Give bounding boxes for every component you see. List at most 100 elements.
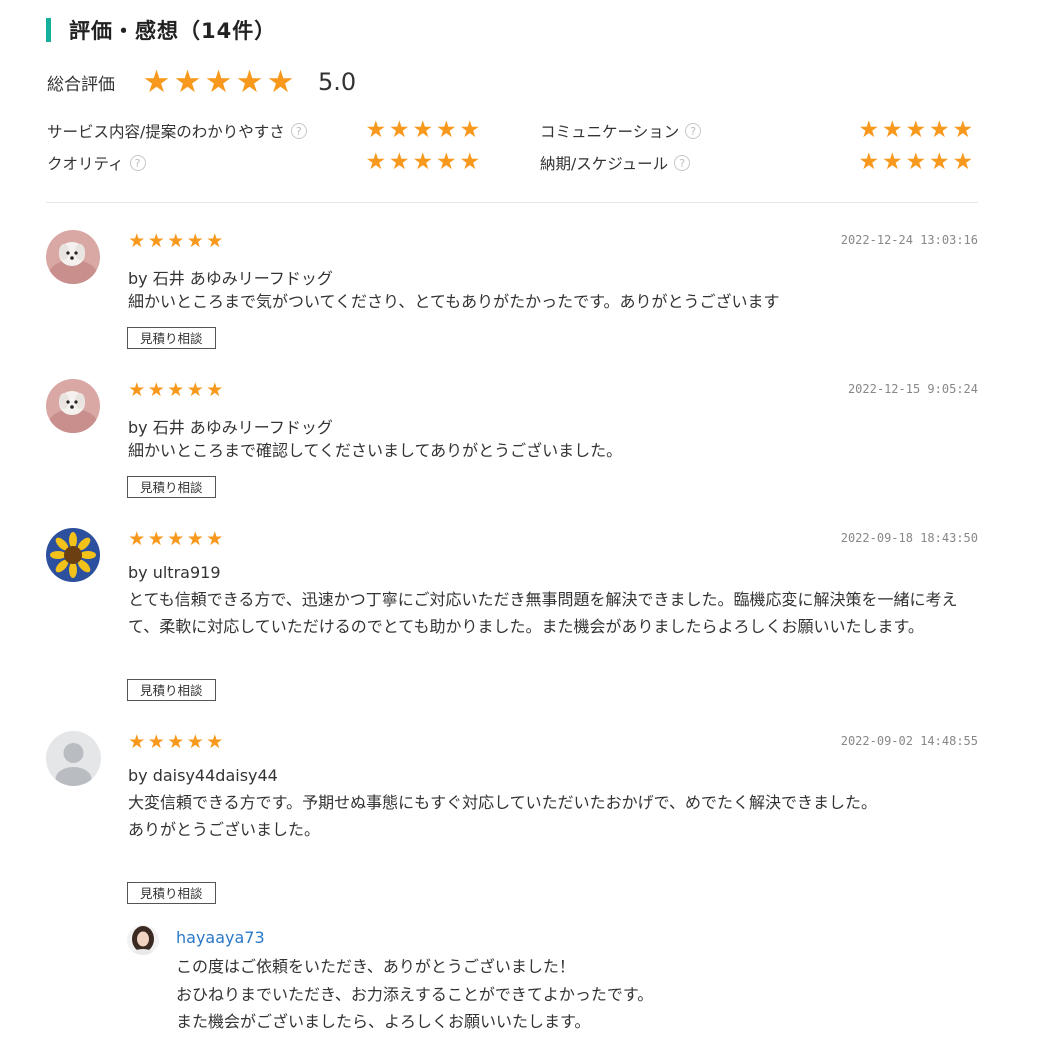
divider [46, 202, 978, 203]
star-icon: ★ [266, 63, 295, 100]
star-icon: ★ [435, 117, 457, 143]
person-photo-icon [127, 925, 159, 955]
star-icon: ★ [388, 149, 410, 175]
star-icon: ★ [186, 230, 204, 252]
help-icon[interactable]: ? [685, 123, 702, 139]
star-icon: ★ [167, 230, 185, 252]
star-icon: ★ [147, 528, 165, 550]
sub-rating-quality-stars: ★ ★ ★ ★ ★ [364, 151, 482, 174]
sub-rating-label: 納期/スケジュール [540, 155, 669, 173]
review-text-line: 大変信頼できる方です。予期せぬ事態にもすぐ対応していただいたおかげで、めでたく解… [128, 793, 877, 812]
review-text: 細かいところまで気がついてくださり、とてもありがたかったです。ありがとうございま… [128, 288, 978, 315]
review-text: 大変信頼できる方です。予期せぬ事態にもすぐ対応していただいたおかげで、めでたく解… [128, 789, 978, 843]
sub-rating-label: コミュニケーション [540, 123, 680, 141]
star-icon: ★ [173, 63, 202, 100]
review-text-line: ありがとうございました。 [128, 820, 321, 839]
star-icon: ★ [881, 149, 903, 175]
star-icon: ★ [952, 149, 974, 175]
overall-stars: ★ ★ ★ ★ ★ [141, 63, 296, 100]
star-icon: ★ [388, 117, 410, 143]
sub-rating-label: クオリティ [47, 155, 124, 173]
sub-rating-communication: コミュニケーション ? [540, 120, 702, 142]
reviews-section-title: 評価・感想（14件） [46, 16, 276, 44]
page-title: 評価・感想（14件） [69, 19, 277, 43]
sub-rating-label: サービス内容/提案のわかりやすさ [47, 123, 285, 141]
star-icon: ★ [206, 379, 224, 401]
star-icon: ★ [952, 117, 974, 143]
dog-photo-icon [46, 379, 100, 433]
review-stars: ★ ★ ★ ★ ★ [127, 733, 225, 752]
star-icon: ★ [128, 230, 146, 252]
review-text-line: 細かいところまで気がついてくださり、とてもありがたかったです。ありがとうございま… [128, 292, 780, 311]
star-icon: ★ [167, 528, 185, 550]
review-stars: ★ ★ ★ ★ ★ [127, 381, 225, 400]
estimate-consult-button[interactable]: 見積り相談 [127, 882, 216, 904]
star-icon: ★ [365, 149, 387, 175]
star-icon: ★ [128, 528, 146, 550]
star-icon: ★ [858, 149, 880, 175]
estimate-consult-button[interactable]: 見積り相談 [127, 679, 216, 701]
dog-photo-icon [46, 230, 100, 284]
star-icon: ★ [412, 117, 434, 143]
star-icon: ★ [459, 117, 481, 143]
star-icon: ★ [435, 149, 457, 175]
review-text: 細かいところまで確認してくださいましてありがとうございました。 [128, 437, 978, 464]
star-icon: ★ [905, 117, 927, 143]
reply-text: この度はご依頼をいただき、ありがとうございました！ おひねりまでいただき、お力添… [176, 953, 653, 1036]
star-icon: ★ [186, 379, 204, 401]
star-icon: ★ [147, 731, 165, 753]
avatar[interactable] [46, 528, 100, 582]
star-icon: ★ [206, 528, 224, 550]
star-icon: ★ [204, 63, 233, 100]
star-icon: ★ [928, 149, 950, 175]
reply-text-line: この度はご依頼をいただき、ありがとうございました！ [176, 957, 575, 976]
avatar[interactable] [46, 731, 101, 786]
review-author: by daisy44daisy44 [128, 766, 278, 785]
reply-text-line: また機会がございましたら、よろしくお願いいたします。 [176, 1012, 591, 1031]
avatar[interactable] [46, 230, 100, 284]
reply-text-line: おひねりまでいただき、お力添えすることができてよかったです。 [176, 984, 654, 1004]
estimate-consult-button[interactable]: 見積り相談 [127, 476, 216, 498]
star-icon: ★ [905, 149, 927, 175]
help-icon[interactable]: ? [129, 155, 146, 171]
sub-rating-clarity-stars: ★ ★ ★ ★ ★ [364, 119, 482, 142]
star-icon: ★ [235, 63, 264, 100]
help-icon[interactable]: ? [290, 123, 307, 139]
help-icon[interactable]: ? [674, 155, 691, 171]
review-stars: ★ ★ ★ ★ ★ [127, 530, 225, 549]
star-icon: ★ [858, 117, 880, 143]
star-icon: ★ [186, 731, 204, 753]
estimate-consult-button[interactable]: 見積り相談 [127, 327, 216, 349]
star-icon: ★ [142, 63, 171, 100]
sub-rating-clarity: サービス内容/提案のわかりやすさ ? [47, 120, 307, 142]
sub-rating-schedule: 納期/スケジュール ? [540, 152, 691, 174]
star-icon: ★ [128, 379, 146, 401]
review-author: by 石井 あゆみリーフドッグ [128, 269, 333, 288]
default-user-icon [46, 731, 101, 786]
sunflower-photo-icon [46, 528, 100, 582]
sub-rating-communication-stars: ★ ★ ★ ★ ★ [857, 119, 975, 142]
review-author: by 石井 あゆみリーフドッグ [128, 418, 333, 437]
review-date: 2022-12-15 9:05:24 [847, 382, 978, 396]
star-icon: ★ [459, 149, 481, 175]
review-text-line: 細かいところまで確認してくださいましてありがとうございました。 [128, 441, 623, 460]
review-author: by ultra919 [128, 563, 221, 582]
star-icon: ★ [412, 149, 434, 175]
avatar[interactable] [127, 925, 159, 955]
review-text-line: とても信頼できる方で、迅速かつ丁寧にご対応いただき無事問題を解決できました。臨機… [128, 590, 958, 636]
review-text: とても信頼できる方で、迅速かつ丁寧にご対応いただき無事問題を解決できました。臨機… [128, 586, 978, 640]
star-icon: ★ [186, 528, 204, 550]
star-icon: ★ [167, 379, 185, 401]
star-icon: ★ [128, 731, 146, 753]
review-date: 2022-09-02 14:48:55 [840, 734, 978, 748]
reply-author-link[interactable]: hayaaya73 [176, 928, 265, 947]
star-icon: ★ [881, 117, 903, 143]
review-stars: ★ ★ ★ ★ ★ [127, 232, 225, 251]
title-accent-bar [46, 18, 51, 42]
overall-rating-label: 総合評価 [47, 74, 115, 95]
avatar[interactable] [46, 379, 100, 433]
sub-rating-schedule-stars: ★ ★ ★ ★ ★ [857, 151, 975, 174]
review-date: 2022-09-18 18:43:50 [840, 531, 978, 545]
star-icon: ★ [167, 731, 185, 753]
sub-rating-quality: クオリティ ? [47, 152, 146, 174]
